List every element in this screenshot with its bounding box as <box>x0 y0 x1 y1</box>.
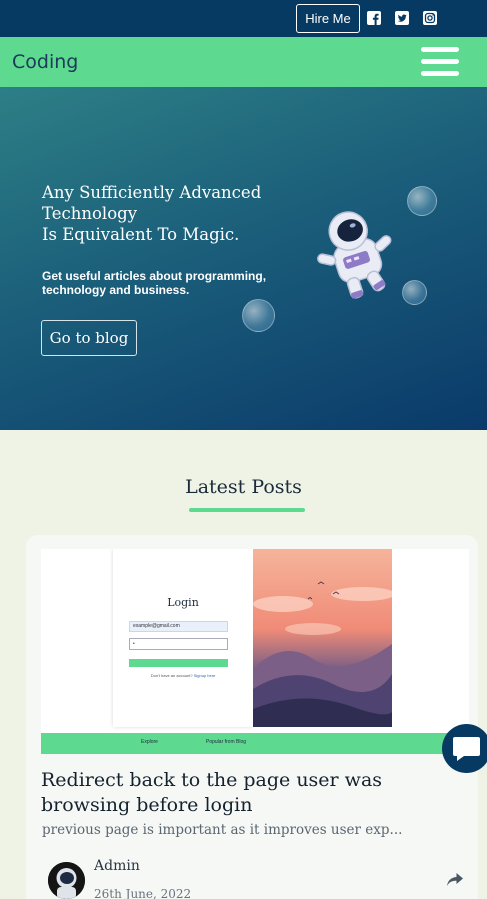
post-title[interactable]: Redirect back to the page user was brows… <box>41 768 461 818</box>
hamburger-icon[interactable] <box>421 47 459 77</box>
post-excerpt: previous page is important as it improve… <box>42 822 403 838</box>
thumbnail-login-panel: Login example@gmail.com • Don't have an … <box>113 549 253 727</box>
hero-subtitle: Get useful articles about programming, t… <box>42 269 267 297</box>
astronaut-illustration <box>317 211 392 299</box>
thumbnail-mountain-art <box>253 549 392 727</box>
go-to-blog-button[interactable]: Go to blog <box>41 320 137 356</box>
chat-button[interactable] <box>442 724 487 773</box>
thumbnail-footer-item: Explore <box>141 739 158 745</box>
thumbnail-signup-text: Don't have an account? Signup here <box>150 673 216 678</box>
facebook-icon[interactable] <box>367 11 381 25</box>
thumbnail-email-field: example@gmail.com <box>129 621 228 632</box>
navbar: Coding <box>0 37 487 87</box>
bubble-decoration <box>407 186 437 216</box>
thumbnail-footer-item: Popular from Blog <box>206 739 247 745</box>
twitter-icon[interactable] <box>395 11 409 25</box>
thumbnail-footer-bar: Explore Popular from Blog <box>41 733 469 754</box>
instagram-icon[interactable] <box>423 11 437 25</box>
post-thumbnail[interactable]: Login example@gmail.com • Don't have an … <box>41 549 469 754</box>
author-avatar <box>48 862 85 899</box>
thumbnail-login-button <box>129 659 228 667</box>
latest-posts-heading: Latest Posts <box>185 476 302 498</box>
chat-bubble-icon <box>453 737 480 761</box>
thumbnail-password-field: • <box>129 638 228 650</box>
hero-title: Any Sufficiently Advanced Technology Is … <box>42 183 262 244</box>
hero-banner: Any Sufficiently Advanced Technology Is … <box>0 87 487 430</box>
post-date: 26th June, 2022 <box>94 887 192 899</box>
top-bar: Hire Me <box>0 0 487 37</box>
bubble-decoration <box>242 299 275 332</box>
bubble-decoration <box>402 280 427 305</box>
author-name[interactable]: Admin <box>94 858 140 874</box>
brand-logo[interactable]: Coding <box>12 51 78 73</box>
hire-me-button[interactable]: Hire Me <box>296 4 360 33</box>
heading-underline <box>189 508 305 512</box>
thumbnail-login-title: Login <box>167 596 199 609</box>
share-icon[interactable] <box>447 873 463 887</box>
